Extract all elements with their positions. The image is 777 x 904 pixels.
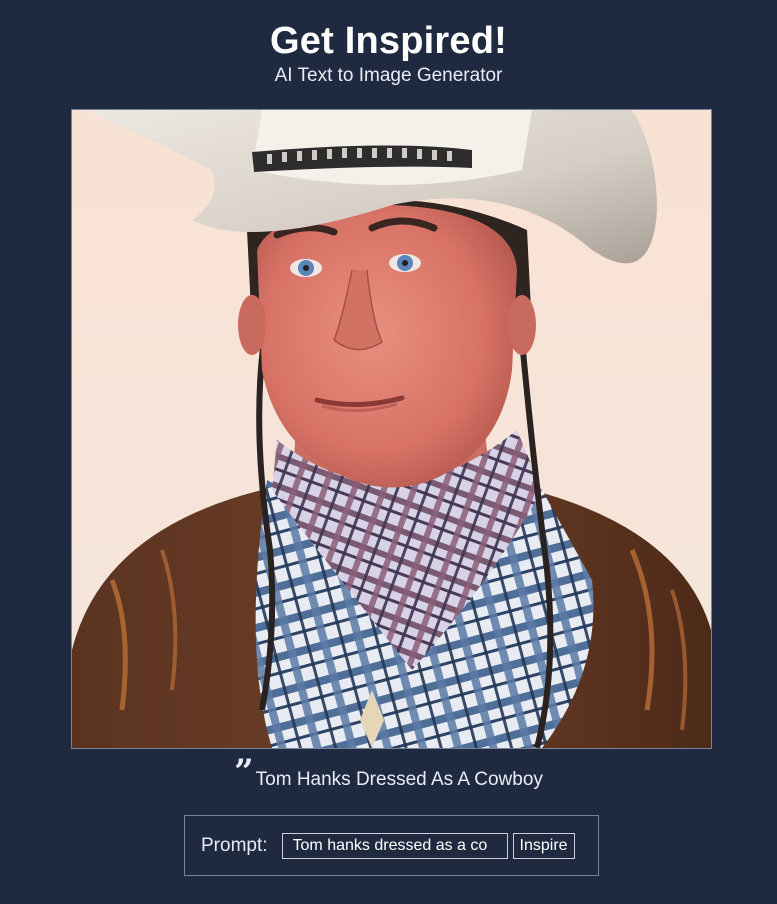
page-subtitle: AI Text to Image Generator [274, 65, 503, 86]
generated-image [71, 109, 712, 749]
page-header: Get Inspired! AI Text to Image Generator [0, 18, 777, 88]
image-caption: ” Tom Hanks Dressed As A Cowboy [0, 755, 777, 791]
prompt-label: Prompt: [201, 834, 268, 856]
portrait-illustration [72, 110, 711, 748]
prompt-form: Prompt: Inspire [184, 815, 599, 876]
inspire-button[interactable]: Inspire [512, 832, 575, 859]
prompt-input[interactable] [281, 832, 508, 859]
page-title: Get Inspired! [270, 20, 507, 62]
quote-icon: ” [234, 752, 254, 792]
caption-text: Tom Hanks Dressed As A Cowboy [255, 769, 543, 790]
